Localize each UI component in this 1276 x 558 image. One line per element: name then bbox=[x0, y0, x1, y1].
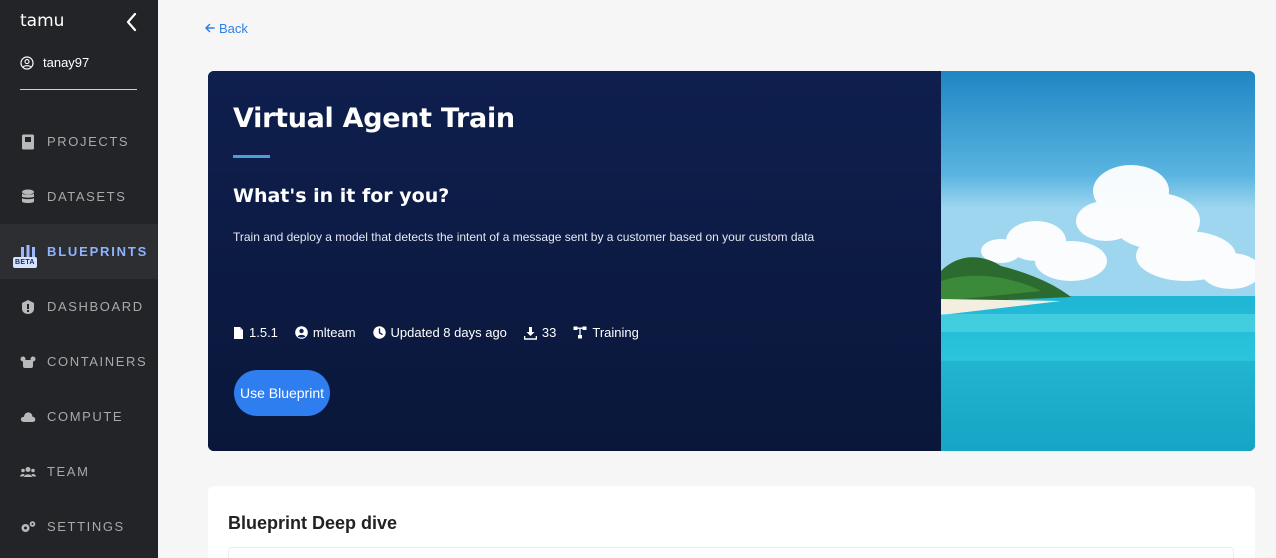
deep-dive-card: Blueprint Deep dive bbox=[208, 486, 1255, 558]
updated-text: Updated 8 days ago bbox=[390, 325, 507, 340]
team-icon bbox=[20, 464, 36, 480]
meta-downloads: 33 bbox=[523, 325, 557, 340]
file-icon bbox=[233, 326, 244, 340]
sidebar-item-blueprints[interactable]: BETA BLUEPRINTS bbox=[0, 224, 158, 279]
use-blueprint-button[interactable]: Use Blueprint bbox=[234, 370, 330, 416]
sidebar: tamu tanay97 PROJECTS DATASETS BETA BLUE… bbox=[0, 0, 158, 558]
downloads-text: 33 bbox=[541, 325, 557, 340]
meta-updated: Updated 8 days ago bbox=[372, 325, 507, 340]
sidebar-item-label: SETTINGS bbox=[47, 519, 125, 534]
user-circle-icon bbox=[295, 326, 308, 339]
sidebar-divider bbox=[20, 89, 137, 90]
meta-category: Training bbox=[573, 325, 639, 340]
cloud-icon bbox=[20, 409, 36, 425]
user-circle-icon bbox=[20, 55, 34, 70]
sidebar-item-dashboard[interactable]: DASHBOARD bbox=[0, 279, 158, 334]
sidebar-item-containers[interactable]: CONTAINERS bbox=[0, 334, 158, 389]
settings-icon bbox=[20, 519, 36, 535]
sidebar-item-datasets[interactable]: DATASETS bbox=[0, 169, 158, 224]
hero-description: Train and deploy a model that detects th… bbox=[233, 230, 815, 244]
beach-image bbox=[941, 71, 1255, 451]
sitemap-icon bbox=[573, 326, 587, 339]
sidebar-item-label: DASHBOARD bbox=[47, 299, 144, 314]
sidebar-nav: PROJECTS DATASETS BETA BLUEPRINTS DASHBO… bbox=[0, 114, 158, 554]
version-text: 1.5.1 bbox=[249, 325, 278, 340]
category-text: Training bbox=[592, 325, 639, 340]
blueprint-hero: Virtual Agent Train What's in it for you… bbox=[208, 71, 1255, 451]
chevron-left-icon[interactable] bbox=[124, 11, 140, 33]
database-icon bbox=[20, 189, 36, 205]
back-label: Back bbox=[219, 21, 248, 36]
sidebar-item-label: DATASETS bbox=[47, 189, 127, 204]
sidebar-item-projects[interactable]: PROJECTS bbox=[0, 114, 158, 169]
sidebar-item-compute[interactable]: COMPUTE bbox=[0, 389, 158, 444]
download-icon bbox=[523, 326, 537, 340]
hero-subtitle: What's in it for you? bbox=[233, 185, 450, 207]
sidebar-item-label: CONTAINERS bbox=[47, 354, 148, 369]
sidebar-item-label: TEAM bbox=[47, 464, 90, 479]
sidebar-item-label: PROJECTS bbox=[47, 134, 130, 149]
sidebar-item-label: COMPUTE bbox=[47, 409, 124, 424]
author-text: mlteam bbox=[312, 325, 356, 340]
arrow-left-icon bbox=[205, 21, 215, 36]
containers-icon bbox=[20, 354, 36, 370]
clock-icon bbox=[372, 326, 386, 339]
dashboard-icon bbox=[20, 299, 36, 315]
sidebar-item-settings[interactable]: SETTINGS bbox=[0, 499, 158, 554]
username: tanay97 bbox=[43, 55, 90, 70]
projects-icon bbox=[20, 134, 36, 150]
deep-dive-title: Blueprint Deep dive bbox=[228, 513, 398, 533]
deep-dive-content bbox=[228, 547, 1234, 558]
back-link[interactable]: Back bbox=[205, 21, 248, 36]
org-name: tamu bbox=[20, 11, 65, 31]
meta-version: 1.5.1 bbox=[233, 325, 278, 340]
hero-content: Virtual Agent Train What's in it for you… bbox=[208, 71, 941, 451]
meta-author: mlteam bbox=[295, 325, 356, 340]
page-title: Virtual Agent Train bbox=[233, 103, 515, 134]
sidebar-item-label: BLUEPRINTS bbox=[47, 244, 149, 259]
blueprint-meta: 1.5.1 mlteam Updated 8 days ago 33 Train… bbox=[233, 325, 639, 340]
title-accent-bar bbox=[233, 155, 270, 158]
user-profile[interactable]: tanay97 bbox=[20, 55, 89, 70]
org-header: tamu bbox=[20, 11, 140, 35]
sidebar-item-team[interactable]: TEAM bbox=[0, 444, 158, 499]
beta-badge: BETA bbox=[13, 257, 37, 268]
